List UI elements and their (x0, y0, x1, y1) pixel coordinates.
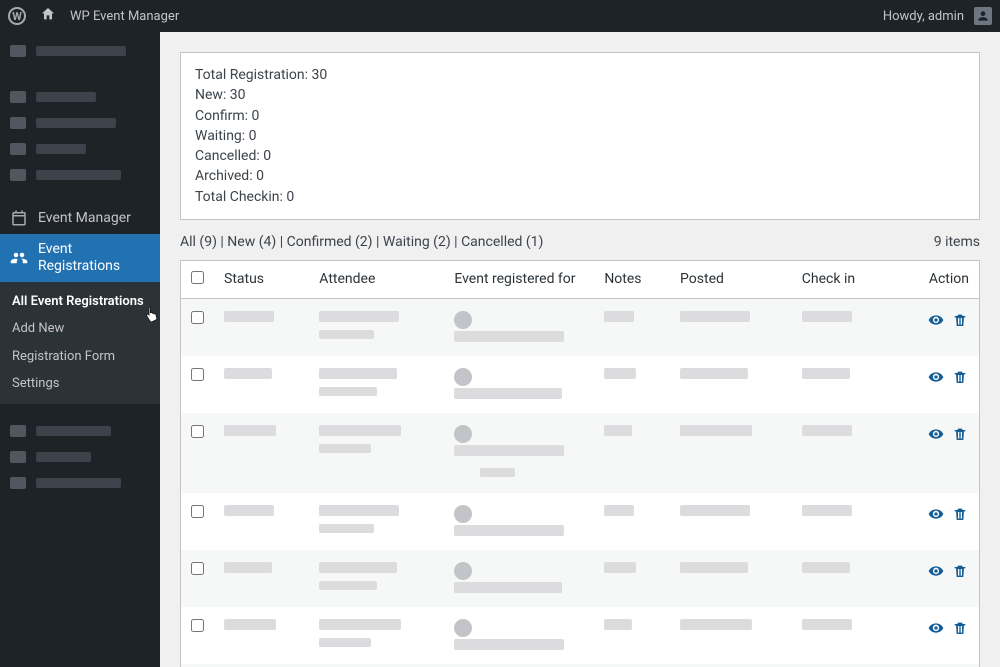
summary-waiting: Waiting: 0 (195, 126, 965, 146)
wordpress-logo-icon[interactable]: W (8, 7, 26, 25)
view-icon[interactable] (927, 619, 945, 637)
event-thumb (454, 311, 472, 329)
row-checkbox[interactable] (191, 425, 204, 438)
col-posted[interactable]: Posted (670, 261, 792, 299)
view-icon[interactable] (927, 368, 945, 386)
menu-item-placeholder[interactable] (0, 84, 160, 110)
trash-icon[interactable] (951, 505, 969, 523)
submenu-item-all[interactable]: All Event Registrations (0, 288, 160, 316)
row-checkbox[interactable] (191, 562, 204, 575)
table-row (181, 413, 980, 493)
row-checkbox[interactable] (191, 619, 204, 632)
trash-icon[interactable] (951, 368, 969, 386)
col-attendee[interactable]: Attendee (309, 261, 444, 299)
event-thumb (454, 619, 472, 637)
event-thumb (454, 505, 472, 523)
menu-item-placeholder[interactable] (0, 162, 160, 188)
filter-row: All (9) | New (4) | Confirmed (2) | Wait… (180, 234, 980, 250)
summary-archived: Archived: 0 (195, 166, 965, 186)
menu-item-placeholder[interactable] (0, 38, 160, 64)
table-row (181, 493, 980, 550)
table-row (181, 299, 980, 357)
view-icon[interactable] (927, 425, 945, 443)
menu-item-placeholder[interactable] (0, 110, 160, 136)
admin-bar: W WP Event Manager Howdy, admin (0, 0, 1000, 32)
admin-sidebar: Event Manager Event Registrations All Ev… (0, 32, 160, 667)
menu-item-placeholder[interactable] (0, 418, 160, 444)
howdy-text[interactable]: Howdy, admin (883, 9, 964, 24)
status-filters[interactable]: All (9) | New (4) | Confirmed (2) | Wait… (180, 234, 543, 250)
view-icon[interactable] (927, 562, 945, 580)
summary-cancelled: Cancelled: 0 (195, 146, 965, 166)
table-row (181, 356, 980, 413)
event-thumb (454, 562, 472, 580)
site-name[interactable]: WP Event Manager (70, 9, 179, 24)
submenu-item-settings[interactable]: Settings (0, 370, 160, 398)
summary-checkin: Total Checkin: 0 (195, 187, 965, 207)
table-row (181, 550, 980, 607)
col-event[interactable]: Event registered for (444, 261, 594, 299)
view-icon[interactable] (927, 505, 945, 523)
home-icon[interactable] (40, 6, 56, 26)
row-checkbox[interactable] (191, 368, 204, 381)
event-thumb (454, 368, 472, 386)
col-status[interactable]: Status (214, 261, 309, 299)
calendar-icon (10, 209, 28, 227)
event-thumb (454, 425, 472, 443)
submenu-item-registration-form[interactable]: Registration Form (0, 343, 160, 371)
submenu-label: All Event Registrations (12, 294, 144, 310)
main-content: Total Registration: 30 New: 30 Confirm: … (160, 32, 1000, 667)
summary-new: New: 30 (195, 85, 965, 105)
trash-icon[interactable] (951, 562, 969, 580)
submenu-event-registrations: All Event Registrations Add New Registra… (0, 282, 160, 404)
menu-item-placeholder[interactable] (0, 136, 160, 162)
table-row (181, 607, 980, 664)
trash-icon[interactable] (951, 425, 969, 443)
summary-confirm: Confirm: 0 (195, 106, 965, 126)
menu-item-event-registrations[interactable]: Event Registrations (0, 234, 160, 282)
submenu-item-add-new[interactable]: Add New (0, 315, 160, 343)
registration-summary: Total Registration: 30 New: 30 Confirm: … (180, 52, 980, 220)
menu-item-placeholder[interactable] (0, 470, 160, 496)
items-count: 9 items (934, 234, 980, 250)
row-checkbox[interactable] (191, 505, 204, 518)
registrations-table: Status Attendee Event registered for Not… (180, 260, 980, 667)
row-checkbox[interactable] (191, 311, 204, 324)
menu-item-event-manager[interactable]: Event Manager (0, 202, 160, 234)
view-icon[interactable] (927, 311, 945, 329)
menu-label: Event Registrations (38, 241, 120, 275)
trash-icon[interactable] (951, 311, 969, 329)
user-avatar-icon[interactable] (974, 7, 992, 25)
select-all-checkbox[interactable] (191, 271, 204, 284)
trash-icon[interactable] (951, 619, 969, 637)
col-checkin[interactable]: Check in (792, 261, 889, 299)
menu-label: Event Manager (38, 210, 131, 226)
users-icon (10, 249, 28, 267)
summary-total: Total Registration: 30 (195, 65, 965, 85)
menu-item-placeholder[interactable] (0, 444, 160, 470)
col-notes[interactable]: Notes (594, 261, 670, 299)
col-action: Action (889, 261, 980, 299)
